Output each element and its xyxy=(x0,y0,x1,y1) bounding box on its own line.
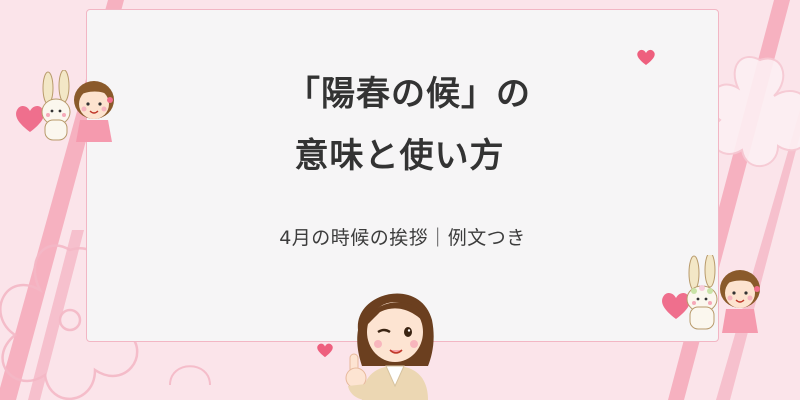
bunny-and-girl-illustration-left xyxy=(16,70,114,142)
heart-icon xyxy=(637,49,655,65)
page-title-line-2: 意味と使い方 xyxy=(294,136,505,176)
heart-icon xyxy=(16,105,44,132)
heart-icon xyxy=(317,343,333,358)
page-title-line-1: 「陽春の候」の xyxy=(286,74,531,114)
sakura-flower-icon xyxy=(709,55,800,168)
woman-winking-illustration xyxy=(345,293,434,400)
sakura-flower-icon xyxy=(169,365,211,386)
bunny-and-girl-illustration-right xyxy=(662,255,760,333)
page-subtitle: 4月の時候の挨拶｜例文つき xyxy=(279,227,526,249)
heart-icon xyxy=(662,292,690,319)
